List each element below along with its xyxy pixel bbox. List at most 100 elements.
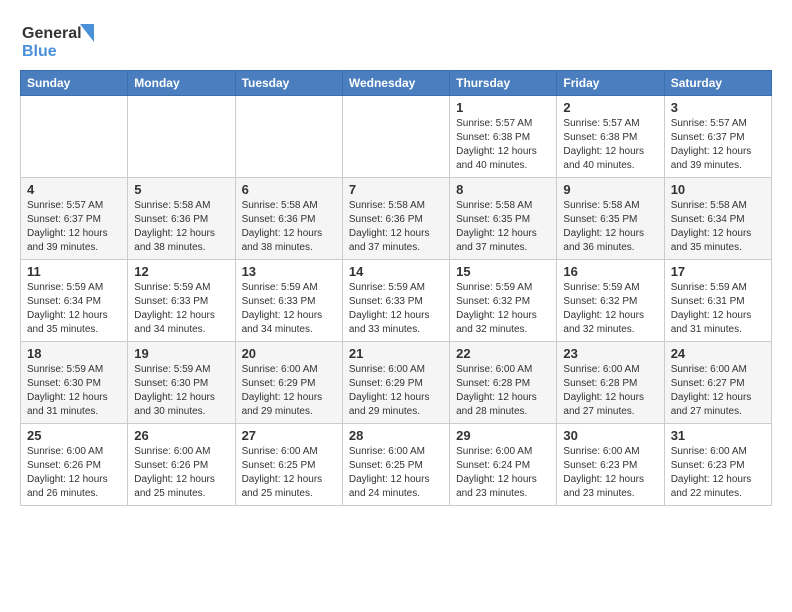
day-number: 23 [563,346,657,361]
day-info: Sunrise: 5:59 AM Sunset: 6:33 PM Dayligh… [242,281,336,337]
empty-cell [21,96,128,178]
day-info: Sunrise: 5:58 AM Sunset: 6:35 PM Dayligh… [456,199,550,255]
day-number: 2 [563,100,657,115]
day-info: Sunrise: 6:00 AM Sunset: 6:25 PM Dayligh… [349,445,443,501]
day-info: Sunrise: 5:57 AM Sunset: 6:37 PM Dayligh… [27,199,121,255]
day-number: 25 [27,428,121,443]
day-info: Sunrise: 5:59 AM Sunset: 6:34 PM Dayligh… [27,281,121,337]
day-info: Sunrise: 5:58 AM Sunset: 6:36 PM Dayligh… [242,199,336,255]
calendar-table: SundayMondayTuesdayWednesdayThursdayFrid… [20,70,772,506]
day-number: 16 [563,264,657,279]
day-cell-25: 25 Sunrise: 6:00 AM Sunset: 6:26 PM Dayli… [21,424,128,506]
day-cell-2: 2Sunrise: 5:57 AM Sunset: 6:38 PM Daylig… [557,96,664,178]
week-row-5: 25 Sunrise: 6:00 AM Sunset: 6:26 PM Dayli… [21,424,772,506]
day-number: 15 [456,264,550,279]
day-number: 8 [456,182,550,197]
day-number: 30 [563,428,657,443]
week-row-4: 18Sunrise: 5:59 AM Sunset: 6:30 PM Dayli… [21,342,772,424]
day-number: 11 [27,264,121,279]
day-info: Sunrise: 6:00 AM Sunset: 6:27 PM Dayligh… [671,363,765,419]
logo: GeneralBlue [20,20,100,60]
empty-cell [342,96,449,178]
day-cell-16: 16 Sunrise: 5:59 AM Sunset: 6:32 PM Dayli… [557,260,664,342]
day-info: Sunrise: 6:00 AM Sunset: 6:26 PM Dayligh… [27,445,121,501]
svg-text:Blue: Blue [22,43,57,60]
day-number: 6 [242,182,336,197]
day-info: Sunrise: 5:59 AM Sunset: 6:32 PM Dayligh… [456,281,550,337]
day-number: 29 [456,428,550,443]
day-cell-4: 4 Sunrise: 5:57 AM Sunset: 6:37 PM Daylig… [21,178,128,260]
day-number: 4 [27,182,121,197]
empty-cell [128,96,235,178]
day-info: Sunrise: 5:58 AM Sunset: 6:36 PM Dayligh… [349,199,443,255]
day-cell-19: 19 Sunrise: 5:59 AM Sunset: 6:30 PM Dayli… [128,342,235,424]
day-info: Sunrise: 5:58 AM Sunset: 6:34 PM Dayligh… [671,199,765,255]
day-info: Sunrise: 5:59 AM Sunset: 6:33 PM Dayligh… [349,281,443,337]
day-number: 22 [456,346,550,361]
day-number: 20 [242,346,336,361]
day-cell-18: 18Sunrise: 5:59 AM Sunset: 6:30 PM Dayli… [21,342,128,424]
logo-icon: GeneralBlue [20,20,100,60]
header-day-sunday: Sunday [21,71,128,96]
calendar-header: SundayMondayTuesdayWednesdayThursdayFrid… [21,71,772,96]
day-info: Sunrise: 5:58 AM Sunset: 6:36 PM Dayligh… [134,199,228,255]
day-cell-20: 20 Sunrise: 6:00 AM Sunset: 6:29 PM Dayli… [235,342,342,424]
day-cell-31: 31Sunrise: 6:00 AM Sunset: 6:23 PM Dayli… [664,424,771,506]
day-info: Sunrise: 5:59 AM Sunset: 6:31 PM Dayligh… [671,281,765,337]
day-info: Sunrise: 6:00 AM Sunset: 6:25 PM Dayligh… [242,445,336,501]
day-number: 7 [349,182,443,197]
calendar-body: 1 Sunrise: 5:57 AM Sunset: 6:38 PM Daylig… [21,96,772,506]
day-info: Sunrise: 5:59 AM Sunset: 6:32 PM Dayligh… [563,281,657,337]
day-info: Sunrise: 5:57 AM Sunset: 6:38 PM Dayligh… [456,117,550,173]
day-cell-10: 10Sunrise: 5:58 AM Sunset: 6:34 PM Dayli… [664,178,771,260]
day-cell-21: 21Sunrise: 6:00 AM Sunset: 6:29 PM Dayli… [342,342,449,424]
day-info: Sunrise: 6:00 AM Sunset: 6:26 PM Dayligh… [134,445,228,501]
day-cell-27: 27 Sunrise: 6:00 AM Sunset: 6:25 PM Dayli… [235,424,342,506]
day-info: Sunrise: 6:00 AM Sunset: 6:24 PM Dayligh… [456,445,550,501]
day-info: Sunrise: 6:00 AM Sunset: 6:28 PM Dayligh… [456,363,550,419]
day-cell-22: 22 Sunrise: 6:00 AM Sunset: 6:28 PM Dayli… [450,342,557,424]
day-info: Sunrise: 5:59 AM Sunset: 6:30 PM Dayligh… [27,363,121,419]
svg-text:General: General [22,25,82,42]
day-cell-17: 17 Sunrise: 5:59 AM Sunset: 6:31 PM Dayli… [664,260,771,342]
day-cell-15: 15 Sunrise: 5:59 AM Sunset: 6:32 PM Dayli… [450,260,557,342]
day-cell-28: 28Sunrise: 6:00 AM Sunset: 6:25 PM Dayli… [342,424,449,506]
day-number: 19 [134,346,228,361]
day-cell-14: 14 Sunrise: 5:59 AM Sunset: 6:33 PM Dayli… [342,260,449,342]
header-day-saturday: Saturday [664,71,771,96]
day-number: 24 [671,346,765,361]
week-row-3: 11 Sunrise: 5:59 AM Sunset: 6:34 PM Dayli… [21,260,772,342]
day-number: 31 [671,428,765,443]
day-cell-12: 12Sunrise: 5:59 AM Sunset: 6:33 PM Dayli… [128,260,235,342]
day-cell-26: 26Sunrise: 6:00 AM Sunset: 6:26 PM Dayli… [128,424,235,506]
day-info: Sunrise: 6:00 AM Sunset: 6:28 PM Dayligh… [563,363,657,419]
header-day-wednesday: Wednesday [342,71,449,96]
header-day-thursday: Thursday [450,71,557,96]
day-number: 17 [671,264,765,279]
week-row-2: 4 Sunrise: 5:57 AM Sunset: 6:37 PM Daylig… [21,178,772,260]
day-cell-5: 5 Sunrise: 5:58 AM Sunset: 6:36 PM Daylig… [128,178,235,260]
day-cell-11: 11 Sunrise: 5:59 AM Sunset: 6:34 PM Dayli… [21,260,128,342]
day-number: 21 [349,346,443,361]
day-number: 3 [671,100,765,115]
day-info: Sunrise: 5:59 AM Sunset: 6:30 PM Dayligh… [134,363,228,419]
header-row: SundayMondayTuesdayWednesdayThursdayFrid… [21,71,772,96]
day-cell-3: 3Sunrise: 5:57 AM Sunset: 6:37 PM Daylig… [664,96,771,178]
week-row-1: 1 Sunrise: 5:57 AM Sunset: 6:38 PM Daylig… [21,96,772,178]
day-cell-9: 9Sunrise: 5:58 AM Sunset: 6:35 PM Daylig… [557,178,664,260]
day-number: 13 [242,264,336,279]
day-cell-8: 8 Sunrise: 5:58 AM Sunset: 6:35 PM Daylig… [450,178,557,260]
day-number: 14 [349,264,443,279]
day-number: 1 [456,100,550,115]
day-cell-30: 30Sunrise: 6:00 AM Sunset: 6:23 PM Dayli… [557,424,664,506]
day-info: Sunrise: 6:00 AM Sunset: 6:29 PM Dayligh… [242,363,336,419]
day-info: Sunrise: 5:59 AM Sunset: 6:33 PM Dayligh… [134,281,228,337]
day-number: 27 [242,428,336,443]
header-day-monday: Monday [128,71,235,96]
day-number: 9 [563,182,657,197]
day-cell-6: 6 Sunrise: 5:58 AM Sunset: 6:36 PM Daylig… [235,178,342,260]
day-cell-23: 23 Sunrise: 6:00 AM Sunset: 6:28 PM Dayli… [557,342,664,424]
day-cell-24: 24 Sunrise: 6:00 AM Sunset: 6:27 PM Dayli… [664,342,771,424]
header-day-friday: Friday [557,71,664,96]
day-number: 5 [134,182,228,197]
